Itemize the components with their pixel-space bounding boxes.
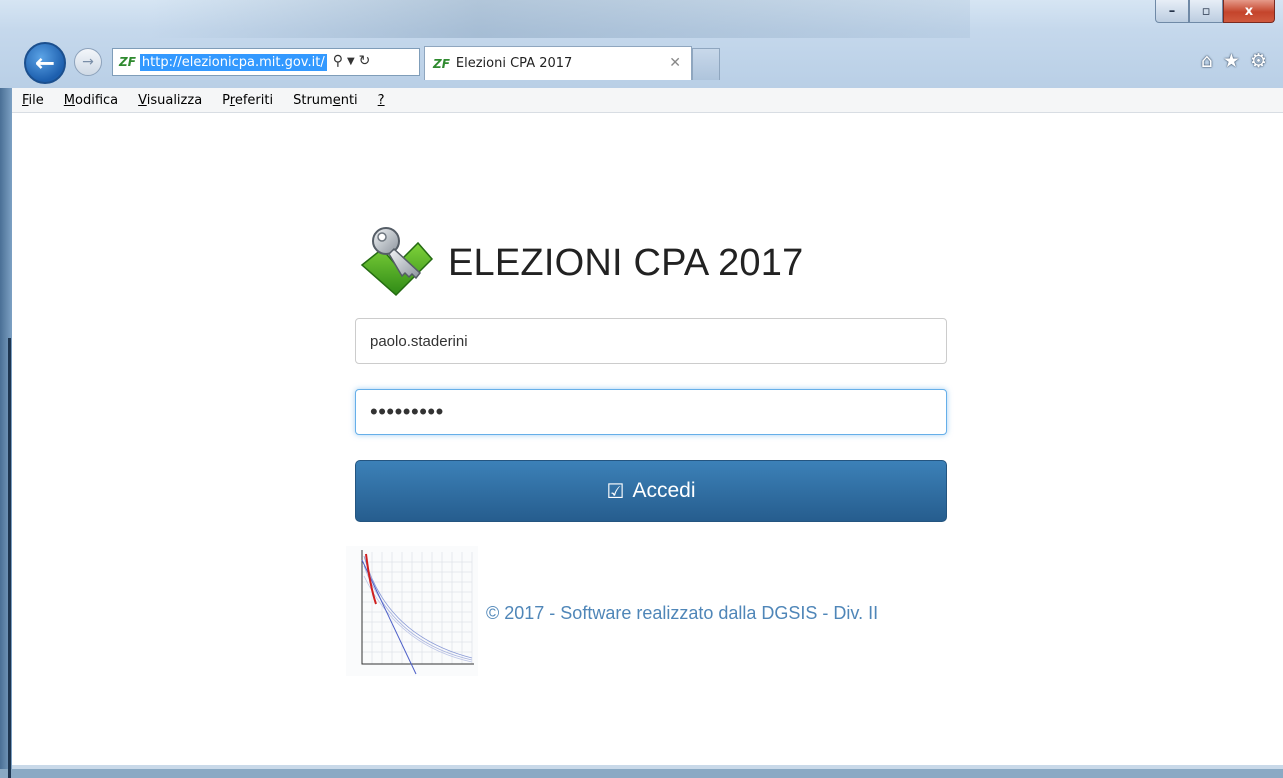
back-button[interactable]: ← [24, 42, 66, 84]
username-value: paolo.staderini [370, 332, 468, 350]
close-window-button[interactable]: x [1223, 0, 1275, 23]
check-square-icon: ☑ [606, 480, 625, 503]
menu-file[interactable]: File [12, 93, 54, 108]
title-bar-blur [150, 0, 970, 38]
caption-buttons: – ▫ x [1155, 0, 1275, 28]
tab-title: Elezioni CPA 2017 [455, 56, 573, 71]
gear-icon[interactable]: ⚙ [1250, 50, 1267, 72]
maximize-button[interactable]: ▫ [1189, 0, 1223, 23]
forward-button[interactable]: → [74, 48, 102, 76]
title-bar: – ▫ x ← → ZF http://elezionicpa.mit.gov.… [0, 0, 1283, 88]
username-field[interactable]: paolo.staderini [355, 318, 947, 364]
close-tab-icon[interactable]: ✕ [669, 55, 681, 71]
browser-toolbar-right: ⌂ ★ ⚙ [1201, 50, 1267, 72]
new-tab-button[interactable] [692, 48, 720, 80]
arrow-right-icon: → [82, 54, 94, 70]
menu-visualizza[interactable]: Visualizza [128, 93, 212, 108]
chart-thumbnail-icon [346, 546, 478, 680]
site-favicon-icon: ZF [119, 55, 136, 69]
password-value: ••••••••• [370, 399, 444, 424]
star-icon[interactable]: ★ [1223, 50, 1240, 72]
login-button-label: Accedi [632, 479, 696, 502]
footer: © 2017 - Software realizzato dalla DGSIS… [346, 546, 878, 680]
footer-copyright: © 2017 - Software realizzato dalla DGSIS… [486, 602, 879, 623]
login-header: ELEZIONI CPA 2017 [356, 221, 803, 305]
menu-preferiti[interactable]: Preferiti [212, 93, 283, 108]
password-field[interactable]: ••••••••• [355, 389, 947, 435]
menu-strumenti[interactable]: Strumenti [283, 93, 368, 108]
menu-help[interactable]: ? [368, 93, 395, 108]
address-url[interactable]: http://elezionicpa.mit.gov.it/ [139, 53, 327, 71]
menu-modifica[interactable]: Modifica [54, 93, 128, 108]
chevron-down-icon[interactable]: ▼ [347, 53, 355, 71]
search-icon[interactable]: ⚲ [333, 53, 343, 71]
arrow-left-icon: ← [34, 49, 56, 77]
window-left-edge [0, 88, 12, 778]
browser-window: – ▫ x ← → ZF http://elezionicpa.mit.gov.… [0, 0, 1283, 778]
refresh-icon[interactable]: ↻ [359, 53, 371, 71]
page-content: ELEZIONI CPA 2017 paolo.staderini ••••••… [12, 113, 1283, 765]
home-icon[interactable]: ⌂ [1201, 50, 1213, 72]
browser-tab[interactable]: ZF Elezioni CPA 2017 ✕ [424, 46, 692, 80]
page-title: ELEZIONI CPA 2017 [448, 241, 804, 284]
minimize-button[interactable]: – [1155, 0, 1189, 23]
address-bar[interactable]: ZF http://elezionicpa.mit.gov.it/ ⚲ ▼ ↻ [112, 48, 420, 76]
key-logo-icon [356, 221, 436, 305]
tab-favicon-icon: ZF [433, 56, 450, 71]
menu-bar: File Modifica Visualizza Preferiti Strum… [12, 88, 1283, 113]
login-button[interactable]: ☑ Accedi [355, 460, 947, 522]
address-tools: ⚲ ▼ ↻ [333, 53, 371, 71]
